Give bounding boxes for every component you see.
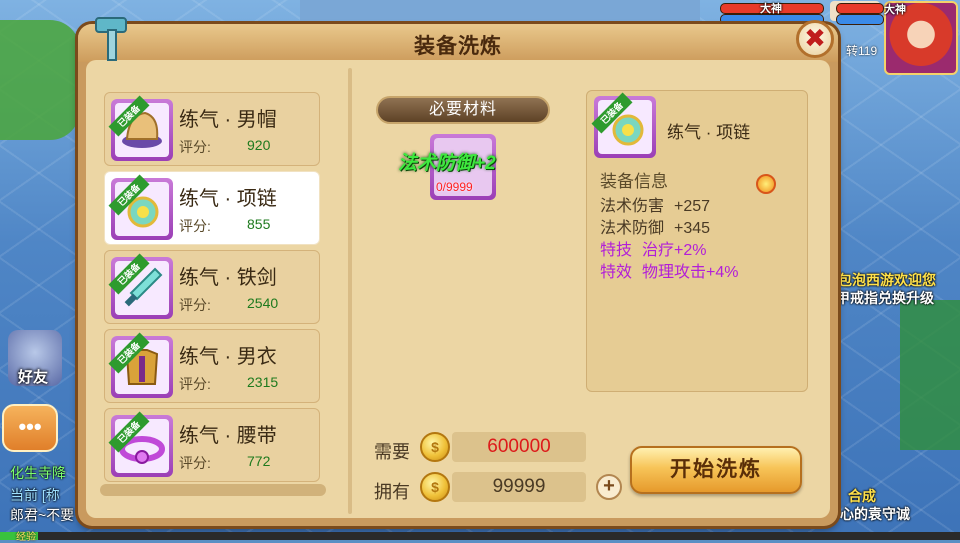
stat-value: 物理攻击+4% xyxy=(642,264,739,281)
stat-value: +345 xyxy=(674,220,711,237)
stat-row: 法术防御 +345 xyxy=(600,214,710,238)
player-level: 转119 xyxy=(846,44,878,58)
start-refine-button[interactable]: 开始洗炼 xyxy=(630,446,802,494)
coin-icon: $ xyxy=(420,472,450,502)
slot-frame: 已装备 xyxy=(108,95,173,161)
item-score: 772 xyxy=(247,453,271,469)
add-currency-button[interactable]: + xyxy=(596,474,622,500)
close-button[interactable]: ✖ xyxy=(796,20,834,58)
item-score: 2540 xyxy=(247,295,279,311)
stat-row: 特效 物理攻击+4% xyxy=(600,258,739,282)
info-section-title: 装备信息 xyxy=(600,172,668,191)
list-scrollbar[interactable] xyxy=(100,484,326,496)
item-name: 练气 · 铁剑 xyxy=(179,267,277,289)
scene-npc-name: 心的袁守诚 xyxy=(840,506,910,522)
slot-frame: 已装备 xyxy=(591,92,656,158)
item-score: 2315 xyxy=(247,374,279,390)
slot-frame: 已装备 xyxy=(108,253,173,319)
item-score-label: 评分: xyxy=(179,218,211,234)
equipment-list-item[interactable]: 已装备 练气 · 铁剑评分: 2540 xyxy=(104,250,320,324)
panel-title-bar: 装备洗炼 xyxy=(78,24,838,62)
player-mp-bar xyxy=(836,14,884,25)
item-score: 920 xyxy=(247,137,271,153)
info-item-name: 练气 · 项链 xyxy=(667,123,751,142)
player-hp-bar xyxy=(836,3,884,14)
player-tag: 大神 xyxy=(884,4,906,16)
item-name: 练气 · 腰带 xyxy=(179,425,277,447)
stat-row: 特技 治疗+2% xyxy=(600,236,707,260)
friend-label: 好友 xyxy=(18,369,49,386)
need-label: 需要 xyxy=(374,442,410,462)
hammer-icon xyxy=(92,14,132,64)
have-value: 99999 xyxy=(452,472,586,502)
stat-value: +257 xyxy=(674,198,711,215)
material-name: 法术防御+2 xyxy=(398,153,496,174)
stat-label: 法术防御 xyxy=(600,220,665,237)
item-slot: 已装备 xyxy=(108,332,173,398)
coin-icon: $ xyxy=(420,432,450,462)
stat-value: 治疗+2% xyxy=(642,242,707,259)
panel-divider xyxy=(348,68,352,514)
scene-banner: 甲戒指兑换升级 xyxy=(836,290,934,306)
stat-label: 特效 xyxy=(600,264,633,281)
pet-tag: 大神 xyxy=(760,3,782,15)
info-item-slot[interactable]: 已装备 xyxy=(591,92,656,158)
item-slot: 已装备 xyxy=(108,253,173,319)
item-name: 练气 · 项链 xyxy=(179,188,277,210)
stat-label: 特技 xyxy=(600,242,633,259)
item-score-label: 评分: xyxy=(179,376,211,392)
stat-row: 法术伤害 +257 xyxy=(600,192,710,216)
chat-line: 郎君~不要 xyxy=(10,507,75,523)
slot-frame: 已装备 xyxy=(108,332,173,398)
slot-frame: 已装备 xyxy=(108,411,173,477)
item-slot: 已装备 xyxy=(108,411,173,477)
scene-banner: 包泡西游欢迎您 xyxy=(838,272,936,288)
slot-frame: 已装备 xyxy=(108,174,173,240)
material-count: 0/9999 xyxy=(436,180,473,194)
exp-bar xyxy=(0,532,960,540)
chat-line: 当前 [称 xyxy=(10,487,60,503)
equipment-list[interactable]: 已装备 练气 · 男帽 评分: 920 已装备 练气 · 项链 评分: 855 已装备 练气 · … xyxy=(104,92,324,494)
info-coin-icon xyxy=(756,174,776,194)
item-score: 855 xyxy=(247,216,271,232)
materials-header: 必要材料 xyxy=(376,96,550,124)
chat-line: 化生寺降 xyxy=(10,465,66,481)
item-name: 练气 · 男帽 xyxy=(179,109,277,131)
item-slot: 已装备 xyxy=(108,174,173,240)
equipment-list-item[interactable]: 已装备 练气 · 男帽评分: 920 xyxy=(104,92,320,166)
item-score-label: 评分: xyxy=(179,139,211,155)
item-score-label: 评分: xyxy=(179,297,211,313)
have-label: 拥有 xyxy=(374,482,410,502)
item-name: 练气 · 男衣 xyxy=(179,346,277,368)
item-slot: 已装备 xyxy=(108,95,173,161)
stat-label: 法术伤害 xyxy=(600,198,665,215)
scene-grass xyxy=(0,20,80,140)
exp-label: 经验 xyxy=(16,532,36,543)
equipment-list-item[interactable]: 已装备 练气 · 男衣评分: 2315 xyxy=(104,329,320,403)
scene-roof xyxy=(300,0,700,24)
chat-button[interactable]: ••• xyxy=(2,404,58,452)
scene-grass xyxy=(900,300,960,450)
item-score-label: 评分: xyxy=(179,455,211,471)
equipment-list-item[interactable]: 已装备 练气 · 项链评分: 855 xyxy=(104,171,320,245)
scene-npc-name: 合成 xyxy=(848,488,876,504)
equipment-list-item[interactable]: 已装备 练气 · 腰带评分: 772 xyxy=(104,408,320,482)
need-value: 600000 xyxy=(452,432,586,462)
panel-title: 装备洗炼 xyxy=(414,35,502,58)
